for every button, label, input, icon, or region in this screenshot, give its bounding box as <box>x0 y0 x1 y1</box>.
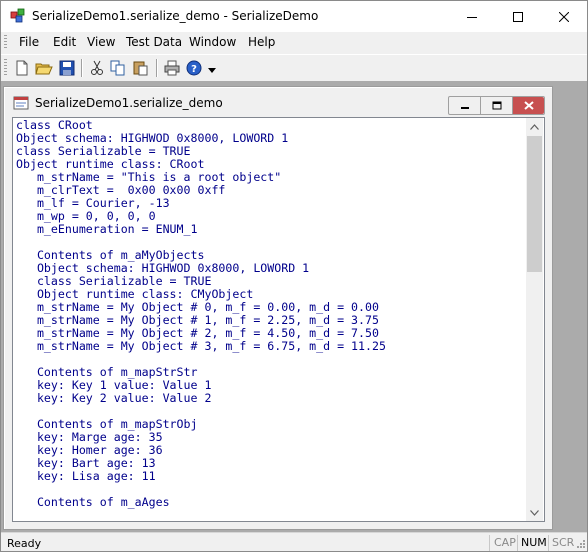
status-separator <box>489 535 490 551</box>
copy-icon <box>110 60 125 76</box>
scroll-lock-indicator: SCRL <box>552 536 574 549</box>
menu-file[interactable]: File <box>19 35 39 49</box>
document-text-area[interactable]: class CRoot Object schema: HIGHWOD 0x8000… <box>16 119 526 519</box>
scroll-down-button[interactable] <box>526 504 543 521</box>
chevron-up-icon <box>530 123 539 130</box>
menu-edit[interactable]: Edit <box>53 35 76 49</box>
print-button[interactable] <box>163 59 181 77</box>
maximize-icon <box>513 11 523 22</box>
status-separator <box>548 535 549 551</box>
resize-grip-icon[interactable] <box>575 540 586 551</box>
minimize-button[interactable] <box>449 1 495 32</box>
status-separator <box>517 535 518 551</box>
document-child-window: SerializeDemo1.serialize_demo class CRoo… <box>3 86 553 530</box>
help-button[interactable]: ? <box>185 59 203 77</box>
open-button[interactable] <box>35 59 53 77</box>
caps-lock-indicator: CAP <box>494 536 516 549</box>
document-text-line: key: Lisa age: 11 <box>16 469 156 483</box>
toolbar: ? <box>1 54 587 81</box>
menu-help[interactable]: Help <box>248 35 275 49</box>
mdi-client-area: SerializeDemo1.serialize_demo class CRoo… <box>1 81 587 532</box>
menu-view[interactable]: View <box>87 35 115 49</box>
application-window: SerializeDemo1.serialize_demo - Serializ… <box>0 0 588 552</box>
toolbar-separator <box>81 59 83 77</box>
cut-button[interactable] <box>88 59 106 77</box>
document-text-line: Contents of m_aAges <box>16 495 170 509</box>
scroll-thumb[interactable] <box>527 136 542 272</box>
child-minimize-button[interactable] <box>449 97 481 114</box>
maximize-button[interactable] <box>495 1 541 32</box>
close-icon <box>559 11 569 22</box>
toolbar-separator <box>156 59 158 77</box>
print-icon <box>164 60 180 76</box>
menubar-grip[interactable] <box>4 35 7 50</box>
document-text-line: m_strName = My Object # 3, m_f = 6.75, m… <box>16 339 386 353</box>
minimize-icon <box>467 16 477 18</box>
new-file-icon <box>16 60 28 76</box>
menu-window[interactable]: Window <box>189 35 236 49</box>
paste-icon <box>133 61 148 76</box>
document-icon[interactable] <box>13 96 29 110</box>
menu-test-data[interactable]: Test Data <box>126 35 182 49</box>
child-maximize-button[interactable] <box>481 97 513 114</box>
menu-bar: File Edit View Test Data Window Help <box>1 32 587 53</box>
window-title: SerializeDemo1.serialize_demo - Serializ… <box>32 9 319 23</box>
close-button[interactable] <box>541 1 587 32</box>
help-icon: ? <box>186 60 202 76</box>
document-text-line: key: Key 2 value: Value 2 <box>16 391 212 405</box>
svg-text:?: ? <box>191 64 197 75</box>
child-window-title: SerializeDemo1.serialize_demo <box>35 96 223 110</box>
save-button[interactable] <box>58 59 76 77</box>
child-close-button[interactable] <box>513 97 544 114</box>
save-icon <box>59 60 75 76</box>
open-folder-icon <box>35 63 53 75</box>
document-view[interactable]: class CRoot Object schema: HIGHWOD 0x8000… <box>12 117 545 522</box>
new-button[interactable] <box>13 59 31 77</box>
status-text: Ready <box>7 537 42 550</box>
context-help-button[interactable] <box>206 59 218 77</box>
num-lock-indicator: NUM <box>521 536 547 549</box>
child-caption-buttons <box>448 96 545 115</box>
title-bar[interactable]: SerializeDemo1.serialize_demo - Serializ… <box>1 1 587 32</box>
vertical-scrollbar[interactable] <box>526 118 543 521</box>
document-text-line: m_eEnumeration = ENUM_1 <box>16 222 198 236</box>
minimize-icon <box>460 106 469 109</box>
copy-button[interactable] <box>109 59 127 77</box>
app-icon[interactable] <box>10 8 26 24</box>
maximize-icon <box>492 101 501 110</box>
child-title-bar[interactable]: SerializeDemo1.serialize_demo <box>4 87 552 117</box>
context-help-arrow-icon <box>208 68 216 73</box>
close-icon <box>523 101 534 110</box>
status-bar: Ready CAP NUM SCRL <box>1 532 587 551</box>
toolbar-grip[interactable] <box>4 59 7 77</box>
paste-button[interactable] <box>132 59 150 77</box>
chevron-down-icon <box>530 509 539 516</box>
scroll-up-button[interactable] <box>526 118 543 135</box>
cut-icon <box>91 60 103 75</box>
